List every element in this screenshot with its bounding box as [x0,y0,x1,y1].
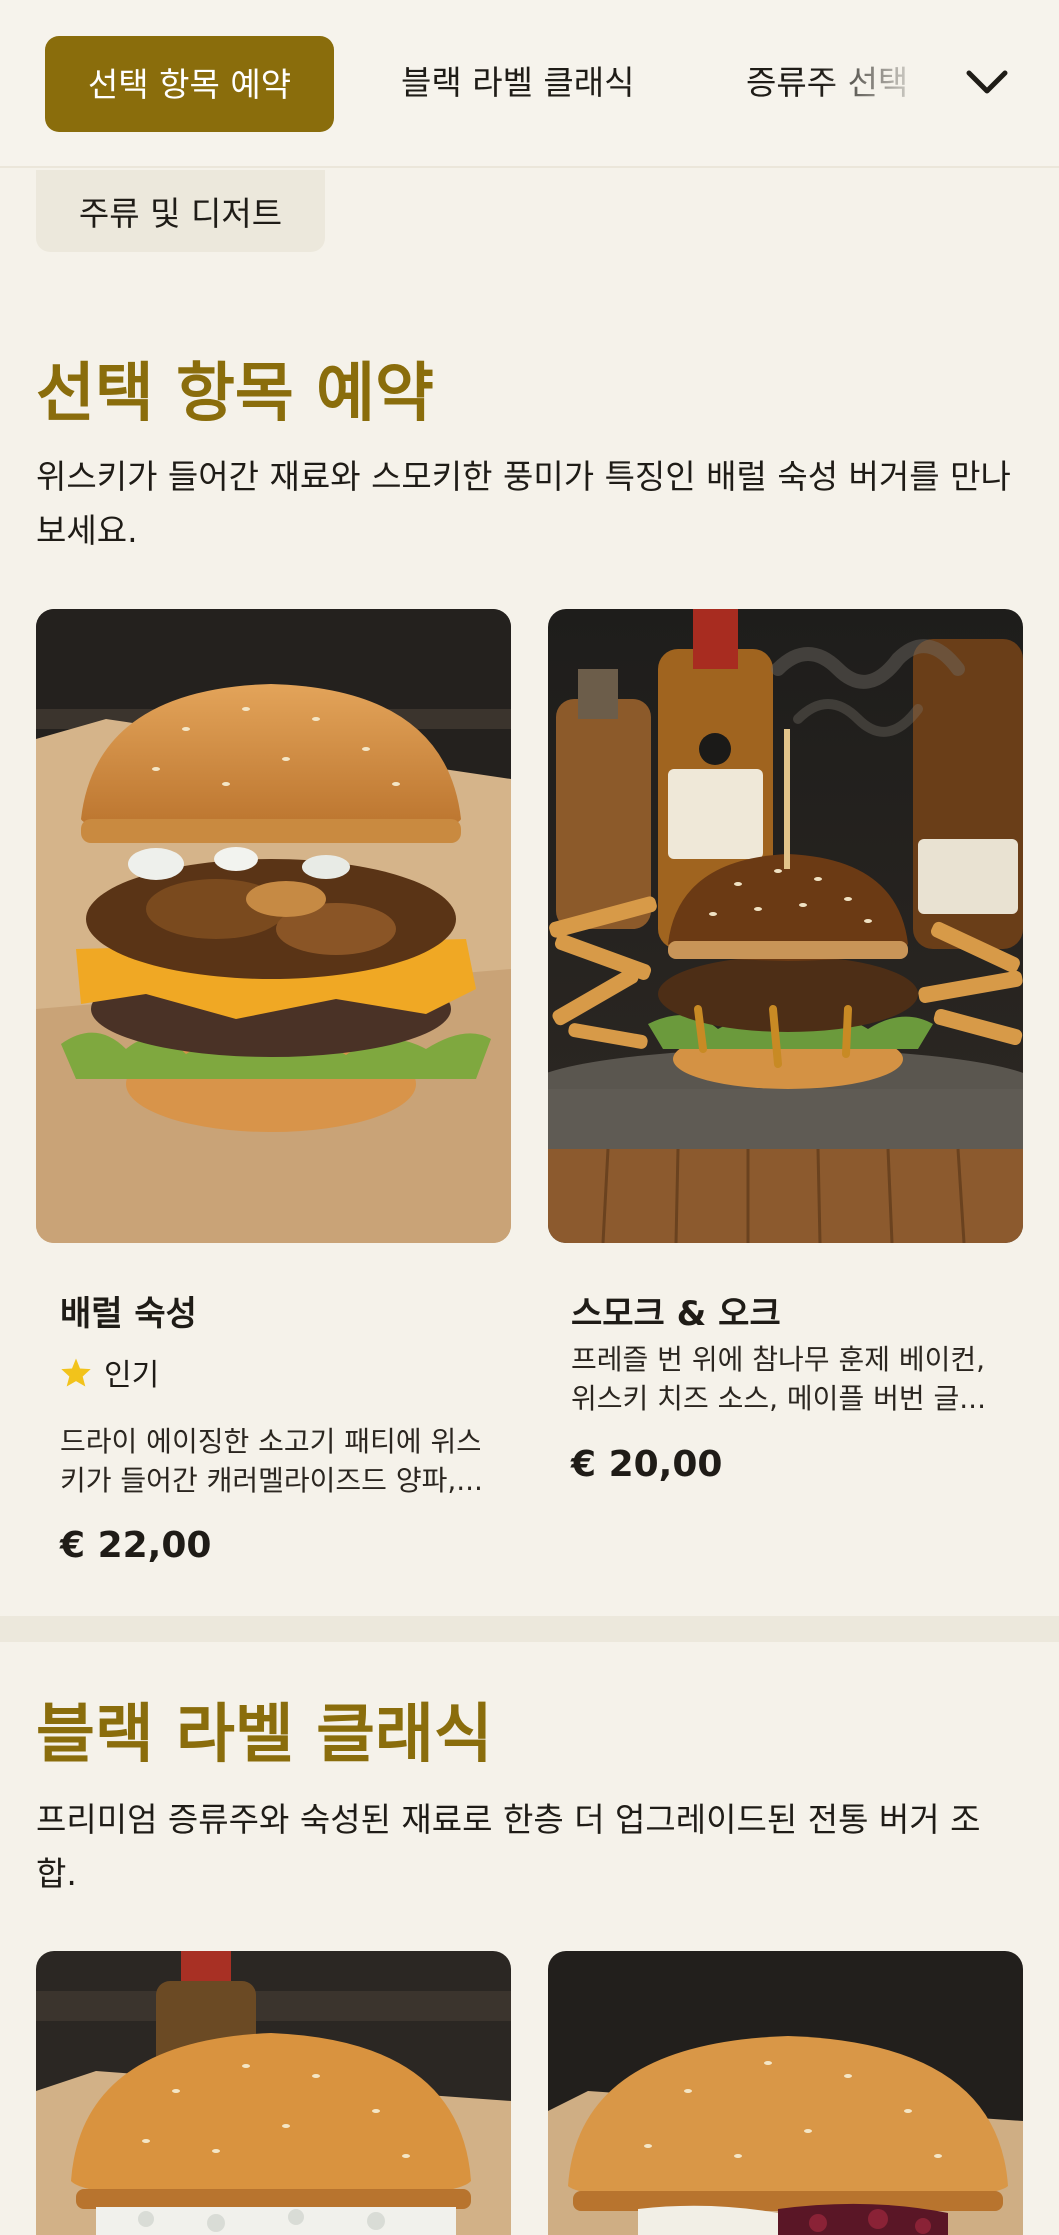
menu-item-name[interactable]: 배럴 숙성 [60,1297,197,1331]
section-description: 위스키가 들어간 재료와 스모키한 풍미가 특징인 배럴 숙성 버거를 만나보세… [36,457,1011,550]
burger-photo[interactable] [548,1951,1023,2235]
section-title: 블랙 라벨 클래식 [36,1698,493,1772]
menu-item-description: 드라이 에이징한 소고기 패티에 위스 키가 들어간 캐러멜라이즈드 양파,..… [60,1425,480,1497]
burger-photo-smoke-oak[interactable] [548,609,1023,1243]
category-nav: 선택 항목 예약 블랙 라벨 클래식 증류주 선택 [0,0,1059,168]
burger-photo[interactable] [36,1951,511,2235]
star-icon [60,1357,92,1394]
popular-badge: 인기 [60,1357,159,1394]
menu-item-description: 프레즐 번 위에 참나무 훈제 베이컨, 위스키 치즈 소스, 메이플 버번 글… [571,1343,986,1415]
tab-reserved-selection[interactable]: 선택 항목 예약 [45,36,334,132]
section-description: 프리미엄 증류주와 숙성된 재료로 한층 더 업그레이드된 전통 버거 조합. [36,1800,981,1893]
burger-photo-barrel-aged[interactable] [36,609,511,1243]
badge-label: 인기 [104,1357,160,1393]
section-divider [0,1616,1059,1642]
menu-item-name[interactable]: 스모크 & 오크 [571,1297,781,1331]
menu-item-price: € 22,00 [60,1525,212,1566]
chevron-down-icon[interactable] [960,60,1014,104]
menu-item-price: € 20,00 [571,1444,723,1485]
tab-liquor-and-dessert[interactable]: 주류 및 디저트 [36,170,325,252]
section-title: 선택 항목 예약 [36,357,434,431]
tab-black-label-classic[interactable]: 블랙 라벨 클래식 [401,66,635,99]
